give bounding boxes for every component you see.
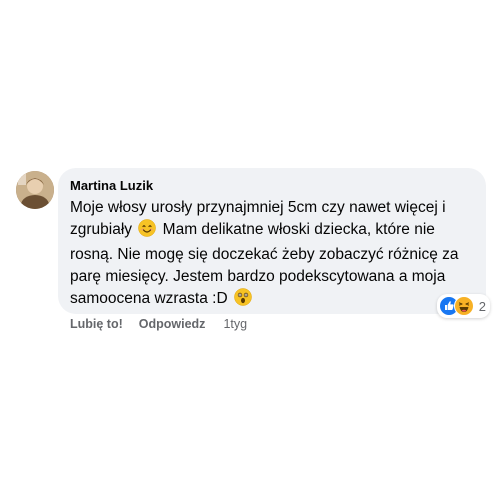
comment-screen: Martina Luzik Moje włosy urosły przynajm…	[0, 0, 500, 500]
reaction-count: 2	[478, 298, 486, 314]
reply-button[interactable]: Odpowiedz	[139, 316, 206, 332]
haha-icon	[453, 296, 474, 316]
comment-bubble: Martina Luzik Moje włosy urosły przynajm…	[58, 168, 490, 318]
reactions-summary[interactable]: 2	[436, 294, 490, 318]
avatar-photo	[16, 171, 54, 209]
smiling-face-emoji-icon	[138, 219, 157, 244]
like-button[interactable]: Lubię to!	[70, 316, 123, 332]
comment-text: Moje włosy urosły przynajmniej 5cm czy n…	[70, 197, 474, 313]
comment-author[interactable]: Martina Luzik	[70, 177, 474, 195]
avatar[interactable]	[16, 171, 54, 209]
comment-actions: Lubię to! Odpowiedz 1tyg	[70, 316, 247, 332]
comment-timestamp[interactable]: 1tyg	[223, 316, 247, 332]
astonished-face-emoji-icon	[234, 288, 252, 313]
